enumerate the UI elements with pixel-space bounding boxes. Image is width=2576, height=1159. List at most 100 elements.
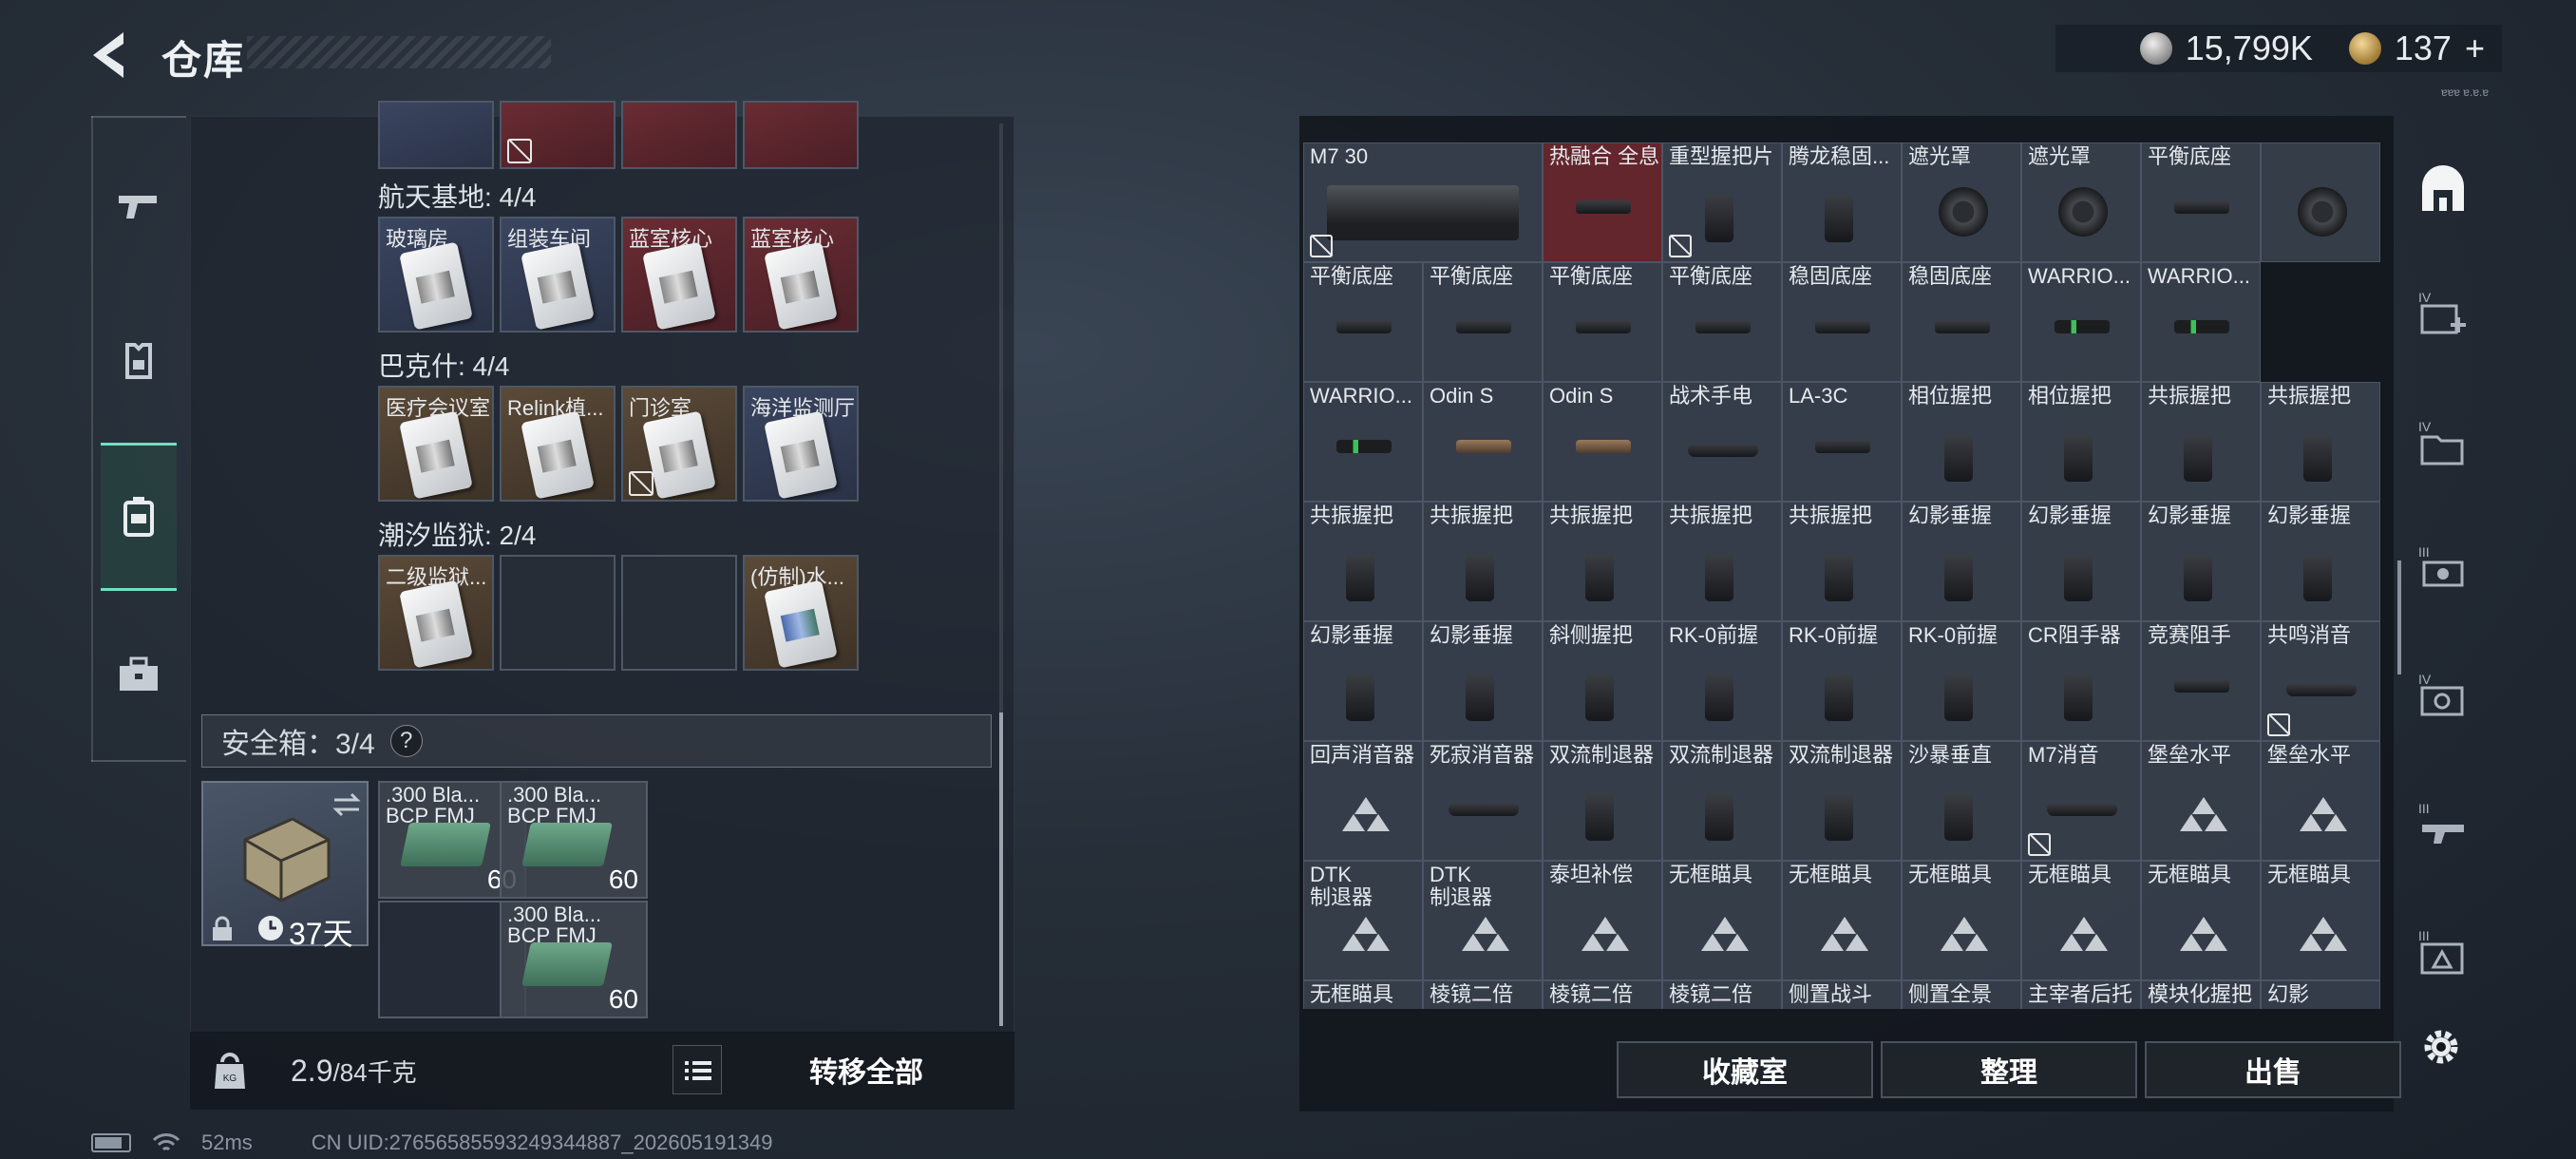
storage-item[interactable]: WARRIO... [2021,262,2141,382]
storage-item[interactable]: 双流制退器 [1662,741,1782,861]
keycard-slot[interactable]: 玻璃房 [378,217,494,332]
storage-item[interactable]: 幻影垂握 [2021,502,2141,621]
storage-item[interactable]: 主宰者后托 [2021,980,2141,1009]
swap-icon[interactable] [331,790,363,819]
storage-item[interactable]: 幻影垂握 [2261,502,2380,621]
storage-item[interactable]: Odin S [1423,382,1543,502]
storage-item[interactable]: RK-0前握 [1662,621,1782,741]
storage-item[interactable]: 重型握把片 [1662,142,1782,262]
sell-button[interactable]: 出售 [2145,1041,2401,1098]
keycard-slot[interactable] [378,101,494,169]
keycard-slot[interactable]: (仿制)水... [743,555,859,671]
storage-item[interactable]: 共振握把 [1782,502,1902,621]
storage-item[interactable]: 平衡底座 [1543,262,1662,382]
ammo-item[interactable]: .300 Bla...BCP FMJ60 [500,901,648,1018]
storage-item[interactable]: 共振握把 [2141,382,2261,502]
storage-item[interactable]: LA-3C [1782,382,1902,502]
right-scroll-thumb[interactable] [2397,560,2401,674]
nav-item-briefcase[interactable] [101,618,177,732]
storage-item[interactable]: 共振握把 [1662,502,1782,621]
storage-item[interactable]: Odin S [1543,382,1662,502]
sort-button[interactable]: 整理 [1881,1041,2137,1098]
keycard-slot[interactable]: 海洋监测厅 [743,386,859,502]
storage-item[interactable]: 腾龙稳固... [1782,142,1902,262]
storage-item[interactable]: 回声消音器 [1303,741,1423,861]
storage-item[interactable]: 平衡底座 [1423,262,1543,382]
storage-item[interactable]: WARRIO... [2141,262,2261,382]
keycard-slot[interactable]: 二级监狱... [378,555,494,671]
storage-item[interactable]: 平衡底座 [1662,262,1782,382]
storage-item[interactable]: 侧置战斗 [1782,980,1902,1009]
storage-item[interactable]: DTK 制退器 [1303,861,1423,980]
storage-item[interactable]: 平衡底座 [1303,262,1423,382]
empty-slot[interactable] [500,555,616,671]
storage-item[interactable]: RK-0前握 [1782,621,1902,741]
ammo-item[interactable]: .300 Bla...BCP FMJ60 [500,781,648,899]
storage-item[interactable]: 遮光罩 [1902,142,2021,262]
storage-item[interactable]: 幻影 [2261,980,2380,1009]
storage-item[interactable]: 无框瞄具 [1662,861,1782,980]
keycard-slot[interactable] [621,101,737,169]
storage-item[interactable]: 共振握把 [2261,382,2380,502]
storage-item[interactable]: 共振握把 [1303,502,1423,621]
help-button[interactable]: ? [389,725,423,757]
add-gold-button[interactable]: + [2465,28,2485,68]
storage-item[interactable]: 斜侧握把 [1543,621,1662,741]
storage-item[interactable]: 战术手电 [1662,382,1782,502]
storage-item[interactable]: 稳固底座 [1902,262,2021,382]
nav-item-armor[interactable] [101,304,177,418]
storage-item[interactable]: 无框瞄具 [1303,980,1423,1009]
storage-item[interactable]: 无框瞄具 [1782,861,1902,980]
storage-item[interactable]: 堡垒水平 [2261,741,2380,861]
storage-item[interactable]: 热融合 全息 [1543,142,1662,262]
keycard-slot[interactable]: 蓝室核心 [743,217,859,332]
storage-item[interactable]: 双流制退器 [1782,741,1902,861]
storage-item[interactable]: 棱镜二倍 [1423,980,1543,1009]
storage-item[interactable]: 泰坦补偿 [1543,861,1662,980]
back-arrow-icon[interactable] [85,28,133,82]
settings-gear-icon[interactable] [2418,1024,2464,1070]
keycard-slot[interactable]: 门诊室 [621,386,737,502]
keycard-slot[interactable] [500,101,616,169]
storage-item[interactable]: 共振握把 [1423,502,1543,621]
storage-item[interactable]: 相位握把 [1902,382,2021,502]
storage-item[interactable]: 幻影垂握 [1423,621,1543,741]
tier3-misc-tab-icon[interactable]: III [2416,927,2470,980]
storage-item[interactable]: DTK 制退器 [1423,861,1543,980]
storage-item[interactable]: 棱镜二倍 [1543,980,1662,1009]
keycard-slot[interactable]: 医疗会议室 [378,386,494,502]
storage-item[interactable]: 共鸣消音 [2261,621,2380,741]
storage-item[interactable]: 双流制退器 [1543,741,1662,861]
storage-item[interactable]: 遮光罩 [2021,142,2141,262]
collection-button[interactable]: 收藏室 [1617,1041,1873,1098]
storage-tab-icon[interactable] [2416,163,2470,217]
tier3-tab-icon[interactable]: III [2416,543,2470,597]
keycard-slot[interactable]: 组装车间 [500,217,616,332]
storage-item[interactable]: WARRIO... [1303,382,1423,502]
storage-item[interactable]: M7消音 [2021,741,2141,861]
storage-item[interactable]: 堡垒水平 [2141,741,2261,861]
tier3-weapon-tab-icon[interactable]: III [2416,800,2470,853]
storage-item[interactable]: M7 30 [1303,142,1543,262]
storage-item[interactable]: 无框瞄具 [1902,861,2021,980]
storage-item[interactable]: 幻影垂握 [2141,502,2261,621]
storage-item[interactable]: 沙暴垂直 [1902,741,2021,861]
storage-item[interactable]: 相位握把 [2021,382,2141,502]
storage-item[interactable]: RK-0前握 [1902,621,2021,741]
list-view-button[interactable] [672,1045,722,1094]
empty-slot[interactable] [621,555,737,671]
nav-item-backpack[interactable] [101,443,177,591]
storage-item[interactable]: 无框瞄具 [2141,861,2261,980]
storage-item[interactable]: 共振握把 [1543,502,1662,621]
storage-item[interactable]: CR阻手器 [2021,621,2141,741]
keycard-slot[interactable]: 蓝室核心 [621,217,737,332]
storage-item[interactable]: 幻影垂握 [1902,502,2021,621]
storage-item[interactable]: 稳固底座 [1782,262,1902,382]
storage-item[interactable]: 竞赛阻手 [2141,621,2261,741]
storage-item[interactable]: 无框瞄具 [2261,861,2380,980]
nav-item-weapons[interactable] [101,148,177,262]
transfer-all-button[interactable]: 转移全部 [737,1041,995,1098]
storage-item[interactable]: 死寂消音器 [1423,741,1543,861]
storage-item[interactable]: 侧置全景 [1902,980,2021,1009]
storage-item[interactable]: 无框瞄具 [2021,861,2141,980]
